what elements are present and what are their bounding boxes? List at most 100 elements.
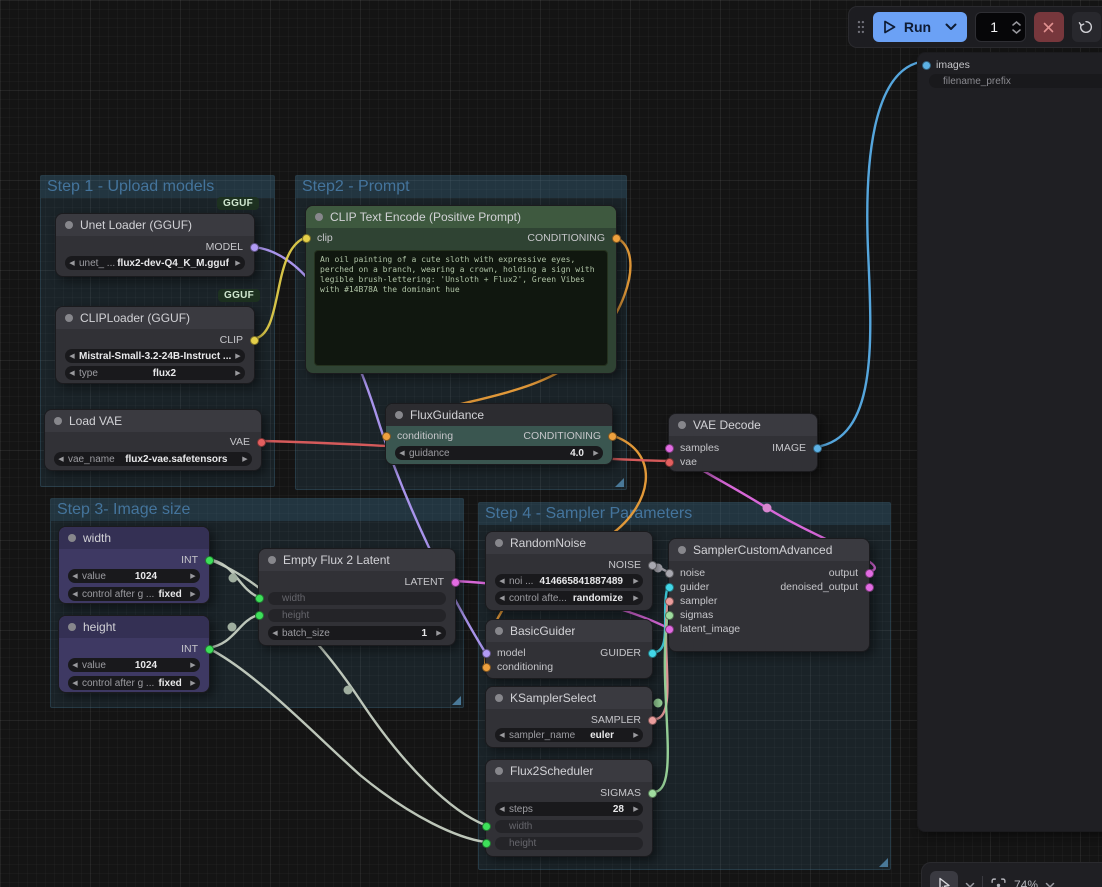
widget-batch-size[interactable]: ◀batch_size1▶	[268, 626, 446, 640]
increment-icon[interactable]: ▶	[231, 259, 245, 267]
int-output-dot[interactable]	[205, 645, 214, 654]
clip-input-dot[interactable]	[302, 234, 311, 243]
height-input-dot[interactable]	[255, 611, 264, 620]
vae-input-dot[interactable]	[665, 458, 674, 467]
width-input-dot[interactable]	[255, 594, 264, 603]
widget-height-value[interactable]: ◀value1024▶	[68, 658, 200, 672]
node-header[interactable]: CLIP Text Encode (Positive Prompt)	[306, 206, 616, 228]
increment-icon[interactable]: ▶	[629, 805, 643, 813]
node-empty-flux2-latent[interactable]: Empty Flux 2 Latent LATENT width height …	[258, 548, 456, 646]
group-resize-handle[interactable]	[452, 696, 461, 705]
group-step2-titlebar[interactable]: Step2 - Prompt	[296, 176, 626, 198]
group-resize-handle[interactable]	[615, 478, 624, 487]
decrement-icon[interactable]: ◀	[68, 572, 82, 580]
group-resize-handle[interactable]	[879, 858, 888, 867]
node-width[interactable]: width INT ◀value1024▶ ◀control after g .…	[58, 526, 210, 604]
zoom-level[interactable]: 74%	[1014, 878, 1038, 887]
width-input-slot[interactable]: width	[268, 592, 446, 605]
increment-icon[interactable]: ▶	[231, 352, 245, 360]
increment-icon[interactable]: ▶	[231, 369, 245, 377]
node-header[interactable]: CLIPLoader (GGUF)	[56, 307, 254, 329]
increment-icon[interactable]: ▶	[629, 577, 643, 585]
collapse-dot-icon[interactable]	[65, 221, 73, 229]
increment-icon[interactable]: ▶	[186, 572, 200, 580]
node-graph-canvas[interactable]: Step 1 - Upload models Step2 - Prompt St…	[0, 0, 1102, 887]
collapse-dot-icon[interactable]	[678, 546, 686, 554]
images-input-dot[interactable]	[922, 61, 931, 70]
conditioning-output-dot[interactable]	[612, 234, 621, 243]
sampler-input-dot[interactable]	[665, 597, 674, 606]
node-header[interactable]: RandomNoise	[486, 532, 652, 554]
width-input-slot[interactable]: width	[495, 820, 643, 833]
collapse-dot-icon[interactable]	[495, 767, 503, 775]
prompt-textarea[interactable]: An oil painting of a cute sloth with exp…	[314, 250, 608, 366]
node-flux-guidance[interactable]: FluxGuidance conditioning CONDITIONING ◀…	[385, 403, 613, 465]
node-load-vae[interactable]: Load VAE VAE ◀vae_nameflux2-vae.safetens…	[44, 409, 262, 471]
node-header[interactable]: Unet Loader (GGUF)	[56, 214, 254, 236]
samples-input-dot[interactable]	[665, 444, 674, 453]
node-header[interactable]: height	[59, 616, 209, 638]
widget-noise-control[interactable]: ◀control afte...randomize▶	[495, 591, 643, 605]
collapse-dot-icon[interactable]	[495, 694, 503, 702]
select-tool-button[interactable]	[930, 871, 958, 887]
decrement-icon[interactable]: ◀	[495, 594, 509, 602]
node-header[interactable]: KSamplerSelect	[486, 687, 652, 709]
guider-input-dot[interactable]	[665, 583, 674, 592]
group-step3-titlebar[interactable]: Step 3- Image size	[51, 499, 463, 521]
latent-image-input-dot[interactable]	[665, 625, 674, 634]
increment-icon[interactable]	[1012, 21, 1021, 26]
sigmas-output-dot[interactable]	[648, 789, 657, 798]
increment-icon[interactable]: ▶	[186, 590, 200, 598]
guider-output-dot[interactable]	[648, 649, 657, 658]
fit-view-icon[interactable]	[990, 877, 1007, 887]
conditioning-input-dot[interactable]	[382, 432, 391, 441]
widget-width-value[interactable]: ◀value1024▶	[68, 569, 200, 583]
node-basic-guider[interactable]: BasicGuider model GUIDER conditioning	[485, 619, 653, 679]
height-input-slot[interactable]: height	[268, 609, 446, 622]
widget-unet-name[interactable]: ◀unet_ ...flux2-dev-Q4_K_M.gguf▶	[65, 256, 245, 270]
widget-clip-name[interactable]: ◀Mistral-Small-3.2-24B-Instruct ...▶	[65, 349, 245, 363]
sigmas-input-dot[interactable]	[665, 611, 674, 620]
node-random-noise[interactable]: RandomNoise NOISE ◀noi ...41466584188748…	[485, 531, 653, 611]
noise-output-dot[interactable]	[648, 561, 657, 570]
decrement-icon[interactable]: ◀	[68, 590, 82, 598]
node-height[interactable]: height INT ◀value1024▶ ◀control after g …	[58, 615, 210, 693]
node-ksampler-select[interactable]: KSamplerSelect SAMPLER ◀sampler_nameeule…	[485, 686, 653, 748]
collapse-dot-icon[interactable]	[68, 534, 76, 542]
chevron-down-icon[interactable]	[1045, 882, 1055, 887]
increment-icon[interactable]: ▶	[629, 731, 643, 739]
collapse-dot-icon[interactable]	[678, 421, 686, 429]
latent-output-dot[interactable]	[451, 578, 460, 587]
chevron-down-icon[interactable]	[965, 882, 975, 887]
collapse-dot-icon[interactable]	[495, 627, 503, 635]
node-flux2-scheduler[interactable]: Flux2Scheduler SIGMAS ◀steps28▶ width he…	[485, 759, 653, 857]
noise-input-dot[interactable]	[665, 569, 674, 578]
drag-handle-icon[interactable]	[857, 20, 865, 34]
conditioning-input-dot[interactable]	[482, 663, 491, 672]
queue-count-input[interactable]: 1	[975, 12, 1026, 42]
node-unet-loader[interactable]: Unet Loader (GGUF) MODEL ◀unet_ ...flux2…	[55, 213, 255, 277]
node-header[interactable]: SamplerCustomAdvanced	[669, 539, 869, 561]
int-output-dot[interactable]	[205, 556, 214, 565]
widget-steps[interactable]: ◀steps28▶	[495, 802, 643, 816]
chevron-down-icon[interactable]	[945, 23, 957, 31]
widget-guidance[interactable]: ◀guidance4.0▶	[395, 446, 603, 460]
model-input-dot[interactable]	[482, 649, 491, 658]
widget-height-control[interactable]: ◀control after g ...fixed▶	[68, 676, 200, 690]
collapse-dot-icon[interactable]	[68, 623, 76, 631]
widget-clip-type[interactable]: ◀typeflux2▶	[65, 366, 245, 380]
conditioning-output-dot[interactable]	[608, 432, 617, 441]
collapse-dot-icon[interactable]	[395, 411, 403, 419]
decrement-icon[interactable]: ◀	[68, 679, 82, 687]
node-vae-decode[interactable]: VAE Decode samples IMAGE vae	[668, 413, 818, 472]
vae-output-dot[interactable]	[257, 438, 266, 447]
node-header[interactable]: Flux2Scheduler	[486, 760, 652, 782]
decrement-icon[interactable]: ◀	[65, 352, 79, 360]
group-step4-titlebar[interactable]: Step 4 - Sampler Parameters	[479, 503, 890, 525]
history-button[interactable]	[1072, 12, 1101, 42]
height-input-slot[interactable]: height	[495, 837, 643, 850]
node-header[interactable]: FluxGuidance	[386, 404, 612, 426]
decrement-icon[interactable]: ◀	[495, 577, 509, 585]
decrement-icon[interactable]: ◀	[495, 805, 509, 813]
collapse-dot-icon[interactable]	[315, 213, 323, 221]
